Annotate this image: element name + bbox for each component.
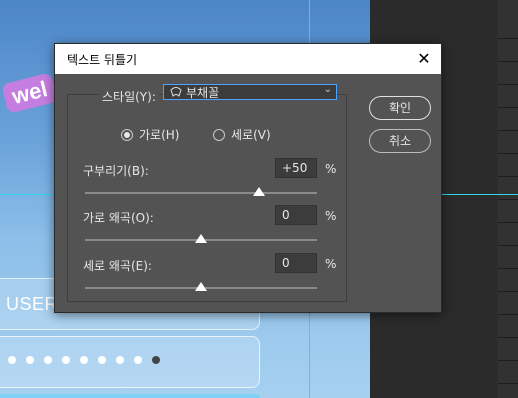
- strip-divider: [498, 107, 518, 108]
- strip-divider: [498, 245, 518, 246]
- chevron-down-icon: ⌄: [323, 84, 332, 95]
- ok-button[interactable]: 확인: [369, 96, 431, 120]
- strip-divider: [498, 176, 518, 177]
- password-dots: [8, 356, 160, 364]
- bend-slider-track[interactable]: [85, 192, 317, 194]
- bend-label: 구부리기(B):: [83, 164, 149, 178]
- vertical-distortion-input[interactable]: [275, 253, 317, 273]
- strip-divider: [498, 38, 518, 39]
- fan-arc-icon: [170, 85, 182, 100]
- strip-divider: [498, 337, 518, 338]
- strip-divider: [498, 314, 518, 315]
- warp-text-dialog: 텍스트 뒤틀기 ✕ 스타일(Y): 부채꼴 ⌄ 가로(H) 세로(V) 구부리기…: [54, 43, 442, 313]
- strip-divider: [498, 153, 518, 154]
- layers-strip: [498, 0, 518, 398]
- password-dot: [80, 356, 88, 364]
- radio-vertical-label: 세로(V): [231, 128, 271, 142]
- strip-divider: [498, 268, 518, 269]
- password-dot: [98, 356, 106, 364]
- vertical-distortion-unit: %: [325, 257, 337, 271]
- password-dot: [44, 356, 52, 364]
- user-field-text: USER: [6, 294, 59, 314]
- vertical-distortion-slider-thumb[interactable]: [195, 282, 207, 291]
- horizontal-distortion-input[interactable]: [275, 205, 317, 225]
- password-dot: [26, 356, 34, 364]
- style-label: 스타일(Y):: [99, 88, 159, 105]
- bend-unit: %: [325, 162, 337, 176]
- password-dot: [116, 356, 124, 364]
- password-dot: [8, 356, 16, 364]
- strip-divider: [498, 360, 518, 361]
- strip-divider: [498, 222, 518, 223]
- horizontal-distortion-slider-thumb[interactable]: [195, 234, 207, 243]
- welcome-text-layer[interactable]: wel: [1, 72, 59, 114]
- strip-divider: [498, 84, 518, 85]
- password-dot: [62, 356, 70, 364]
- bend-slider-thumb[interactable]: [253, 187, 265, 196]
- style-select[interactable]: 부채꼴 ⌄: [163, 84, 337, 100]
- horizontal-distortion-label: 가로 왜곡(O):: [83, 211, 154, 225]
- bend-input[interactable]: [275, 158, 317, 178]
- radio-vertical[interactable]: 세로(V): [213, 126, 271, 143]
- password-dot: [134, 356, 142, 364]
- style-select-value: 부채꼴: [186, 86, 220, 100]
- strip-divider: [498, 61, 518, 62]
- close-icon[interactable]: ✕: [413, 48, 435, 70]
- radio-horizontal-indicator[interactable]: [121, 128, 133, 141]
- radio-vertical-indicator[interactable]: [213, 128, 225, 141]
- dialog-titlebar[interactable]: 텍스트 뒤틀기 ✕: [55, 44, 441, 74]
- password-dot: [152, 356, 160, 364]
- strip-divider: [498, 130, 518, 131]
- dialog-title: 텍스트 뒤틀기: [67, 53, 138, 67]
- radio-horizontal-label: 가로(H): [139, 128, 180, 142]
- strip-divider: [498, 291, 518, 292]
- strip-divider: [498, 383, 518, 384]
- horizontal-distortion-unit: %: [325, 209, 337, 223]
- cancel-button[interactable]: 취소: [369, 129, 431, 153]
- login-button-layer[interactable]: [0, 394, 260, 398]
- strip-divider: [498, 199, 518, 200]
- vertical-distortion-label: 세로 왜곡(E):: [83, 259, 152, 273]
- radio-horizontal[interactable]: 가로(H): [121, 126, 179, 143]
